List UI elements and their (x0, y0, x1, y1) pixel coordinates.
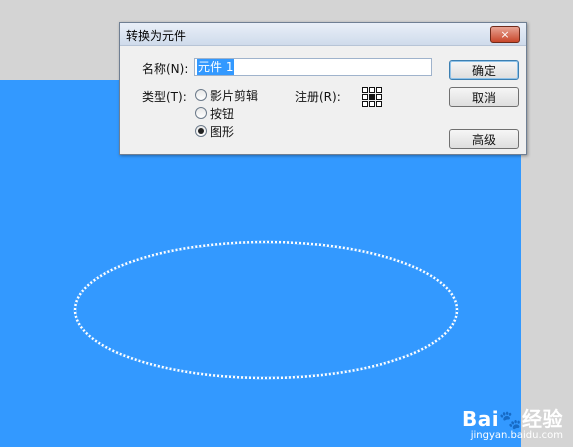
registration-grid-icon[interactable] (362, 87, 382, 107)
reg-point-tr[interactable] (376, 87, 382, 93)
reg-point-ml[interactable] (362, 94, 368, 100)
radio-movie-clip[interactable] (195, 89, 207, 101)
dialog-titlebar: 转换为元件 × (120, 23, 526, 46)
name-label: 名称(N): (142, 62, 189, 76)
type-label: 类型(T): (142, 90, 187, 104)
reg-point-bl[interactable] (362, 101, 368, 107)
watermark-url: jingyan.baidu.com (470, 430, 563, 441)
reg-point-bc[interactable] (369, 101, 375, 107)
reg-point-mr[interactable] (376, 94, 382, 100)
paw-icon: 🐾 (499, 410, 522, 431)
convert-to-symbol-dialog: 转换为元件 × 名称(N): 元件 1 类型(T): 影片剪辑 按钮 图形 注册… (119, 22, 527, 155)
reg-point-tc[interactable] (369, 87, 375, 93)
cancel-button[interactable]: 取消 (449, 87, 519, 107)
radio-button-label[interactable]: 按钮 (210, 105, 234, 122)
radio-button[interactable] (195, 107, 207, 119)
reg-point-br[interactable] (376, 101, 382, 107)
close-button[interactable]: × (490, 26, 520, 43)
watermark-logo-suffix: 经验 (522, 407, 563, 431)
name-input[interactable]: 元件 1 (194, 58, 432, 76)
reg-point-center[interactable] (369, 94, 375, 100)
reg-point-tl[interactable] (362, 87, 368, 93)
name-input-value: 元件 1 (197, 59, 235, 75)
baidu-jingyan-watermark: Bai🐾经验 jingyan.baidu.com (462, 403, 563, 441)
radio-graphic-label[interactable]: 图形 (210, 123, 234, 140)
advanced-button[interactable]: 高级 (449, 129, 519, 149)
radio-movie-clip-label[interactable]: 影片剪辑 (210, 87, 258, 104)
watermark-logo: Bai🐾经验 (462, 403, 563, 432)
radio-graphic[interactable] (195, 125, 207, 137)
dialog-title: 转换为元件 (126, 29, 187, 43)
registration-label: 注册(R): (295, 90, 341, 104)
ok-button[interactable]: 确定 (449, 60, 519, 80)
watermark-logo-text: Bai (461, 407, 500, 431)
